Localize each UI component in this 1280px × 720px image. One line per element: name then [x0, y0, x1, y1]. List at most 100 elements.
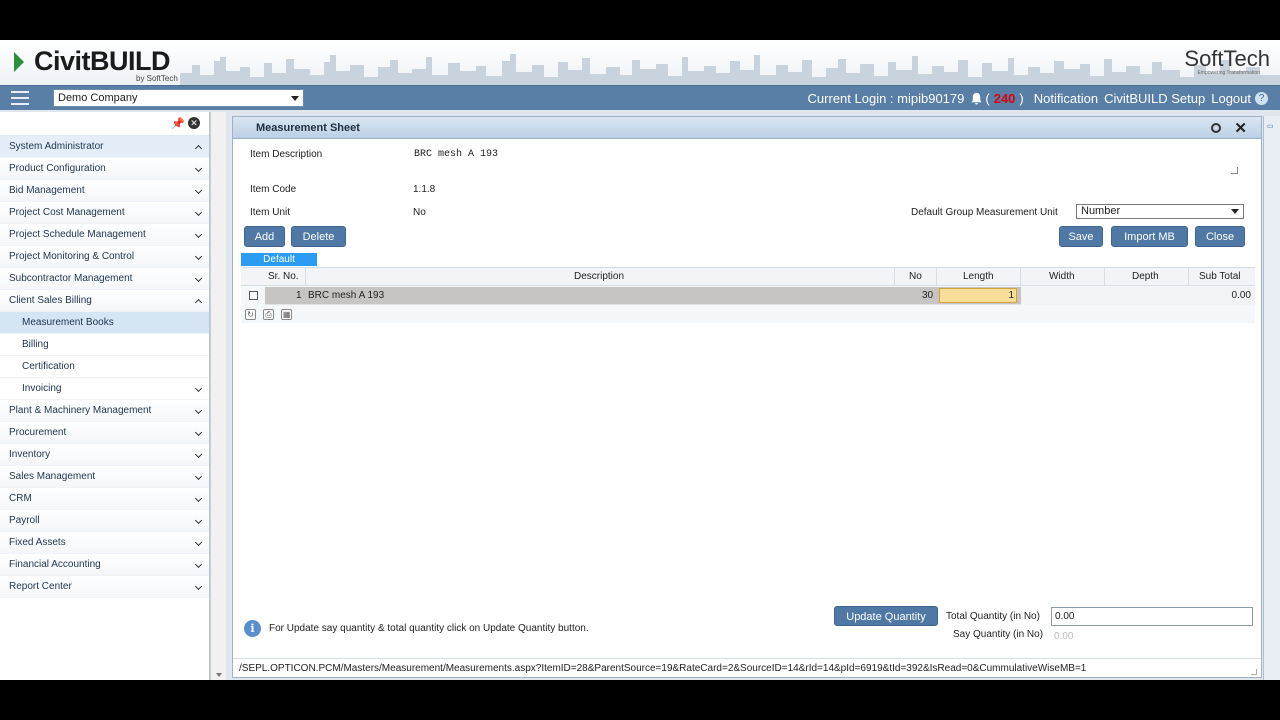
sidebar: 📌 ✕ System Administrator Product Configu… — [0, 112, 210, 680]
save-button[interactable]: Save — [1059, 226, 1103, 247]
window-titlebar[interactable]: Measurement Sheet ✕ — [233, 117, 1261, 139]
col-description[interactable]: Description — [574, 271, 624, 282]
default-unit-label: Default Group Measurement Unit — [911, 207, 1058, 218]
close-icon[interactable]: ✕ — [188, 117, 200, 129]
sidebar-item-plant-machinery-management[interactable]: Plant & Machinery Management — [0, 400, 209, 422]
add-button[interactable]: Add — [244, 226, 285, 247]
chevron-down-icon — [194, 252, 203, 261]
company-select[interactable]: Demo Company — [53, 89, 304, 107]
col-no[interactable]: No — [909, 271, 922, 282]
item-code-value: 1.1.8 — [413, 184, 436, 195]
cell-sub-total: 0.00 — [1231, 290, 1251, 301]
sidebar-item-product-configuration[interactable]: Product Configuration — [0, 158, 209, 180]
chevron-down-icon — [1231, 209, 1239, 214]
pin-icon[interactable]: 📌 — [171, 117, 185, 130]
bell-icon[interactable] — [970, 92, 983, 105]
default-unit-select[interactable]: Number — [1076, 204, 1244, 219]
chevron-down-icon — [194, 428, 203, 437]
chevron-down-icon — [194, 230, 203, 239]
grid-toolbar: ↻ ⎙ ▦ — [245, 308, 296, 320]
chevron-down-icon — [194, 494, 203, 503]
table-row[interactable]: 1 BRC mesh A 193 30 1 0.00 — [241, 287, 1255, 305]
length-input[interactable]: 1 — [939, 288, 1017, 303]
col-length[interactable]: Length — [963, 271, 994, 282]
softtech-tagline: Empowering Transformation — [1197, 70, 1260, 76]
item-description-label: Item Description — [250, 149, 323, 160]
close-icon[interactable]: ✕ — [1234, 119, 1247, 137]
update-quantity-button[interactable]: Update Quantity — [834, 606, 938, 626]
sidebar-item-label: Measurement Books — [22, 317, 114, 328]
sidebar-item-label: Bid Management — [9, 185, 85, 196]
sidebar-item-billing[interactable]: Billing — [0, 334, 209, 356]
sidebar-item-inventory[interactable]: Inventory — [0, 444, 209, 466]
print-icon[interactable]: ⎙ — [263, 309, 275, 320]
sidebar-item-label: Fixed Assets — [9, 537, 66, 548]
item-code-label: Item Code — [250, 184, 297, 195]
row-checkbox[interactable] — [249, 291, 258, 300]
chevron-down-icon — [194, 450, 203, 459]
total-quantity-input[interactable]: 0.00 — [1051, 607, 1253, 626]
col-sub-total[interactable]: Sub Total — [1199, 271, 1241, 282]
cell-no[interactable]: 30 — [922, 290, 933, 301]
sidebar-item-label: Procurement — [9, 427, 67, 438]
notification-count[interactable]: 240 — [994, 91, 1016, 106]
scroll-down-icon[interactable] — [216, 673, 222, 677]
cell-sr-no: 1 — [296, 290, 302, 301]
sidebar-item-fixed-assets[interactable]: Fixed Assets — [0, 532, 209, 554]
civitbuild-setup-link[interactable]: CivitBUILD Setup — [1104, 91, 1205, 106]
notification-link[interactable]: Notification — [1034, 91, 1098, 106]
sidebar-item-report-center[interactable]: Report Center — [0, 576, 209, 598]
resize-grip-icon[interactable] — [1231, 167, 1238, 174]
help-icon[interactable]: ? — [1255, 92, 1268, 105]
col-depth[interactable]: Depth — [1132, 271, 1159, 282]
item-unit-value: No — [413, 207, 426, 218]
chevron-down-icon — [194, 582, 203, 591]
sidebar-item-payroll[interactable]: Payroll — [0, 510, 209, 532]
col-width[interactable]: Width — [1049, 271, 1075, 282]
sidebar-item-project-monitoring-control[interactable]: Project Monitoring & Control — [0, 246, 209, 268]
sidebar-item-label: Project Cost Management — [9, 207, 125, 218]
cell-description[interactable]: BRC mesh A 193 — [308, 290, 384, 301]
sidebar-item-label: Inventory — [9, 449, 51, 460]
side-window-edge[interactable]: ▭ — [1263, 116, 1280, 680]
sidebar-item-project-cost-management[interactable]: Project Cost Management — [0, 202, 209, 224]
col-sr-no[interactable]: Sr. No. — [268, 271, 299, 282]
logo-mark-icon — [14, 52, 24, 72]
say-quantity-input[interactable]: 0.00 — [1051, 627, 1253, 646]
refresh-icon[interactable]: ↻ — [245, 309, 256, 320]
sidebar-item-procurement[interactable]: Procurement — [0, 422, 209, 444]
item-description-field[interactable]: BRC mesh A 193 — [409, 145, 1241, 177]
delete-button[interactable]: Delete — [291, 226, 346, 247]
sidebar-item-certification[interactable]: Certification — [0, 356, 209, 378]
info-message: For Update say quantity & total quantity… — [269, 623, 589, 634]
sidebar-item-label: Client Sales Billing — [9, 295, 92, 306]
sidebar-item-sales-management[interactable]: Sales Management — [0, 466, 209, 488]
refresh-icon[interactable] — [1211, 123, 1221, 133]
logout-link[interactable]: Logout — [1211, 91, 1251, 106]
sidebar-item-bid-management[interactable]: Bid Management — [0, 180, 209, 202]
sidebar-item-financial-accounting[interactable]: Financial Accounting — [0, 554, 209, 576]
default-unit-value: Number — [1081, 205, 1121, 217]
resize-grip-icon[interactable] — [1251, 669, 1257, 675]
status-url-bar: /SEPL.OPTICON.PCM/Masters/Measurement/Me… — [233, 658, 1261, 678]
sidebar-item-crm[interactable]: CRM — [0, 488, 209, 510]
sidebar-item-measurement-books[interactable]: Measurement Books — [0, 312, 209, 334]
sidebar-item-system-administrator[interactable]: System Administrator — [0, 136, 209, 158]
chevron-down-icon — [194, 384, 203, 393]
sidebar-scrollbar[interactable] — [210, 112, 226, 680]
tab-default[interactable]: Default — [241, 253, 317, 266]
top-bar: Demo Company Current Login : mipib90179 … — [0, 85, 1280, 110]
sidebar-item-invoicing[interactable]: Invoicing — [0, 378, 209, 400]
close-button[interactable]: Close — [1195, 226, 1245, 247]
export-icon[interactable]: ▦ — [281, 309, 293, 320]
chevron-down-icon — [291, 96, 299, 101]
import-mb-button[interactable]: Import MB — [1111, 226, 1188, 247]
softtech-brand: SoftTech — [1184, 46, 1270, 71]
sidebar-item-subcontractor-management[interactable]: Subcontractor Management — [0, 268, 209, 290]
collapse-icon[interactable]: ▭ — [1267, 122, 1274, 130]
sidebar-item-project-schedule-management[interactable]: Project Schedule Management — [0, 224, 209, 246]
hamburger-menu-icon[interactable] — [11, 91, 29, 105]
sidebar-item-client-sales-billing[interactable]: Client Sales Billing — [0, 290, 209, 312]
sidebar-item-label: Plant & Machinery Management — [9, 405, 152, 416]
sidebar-item-label: Report Center — [9, 581, 72, 592]
